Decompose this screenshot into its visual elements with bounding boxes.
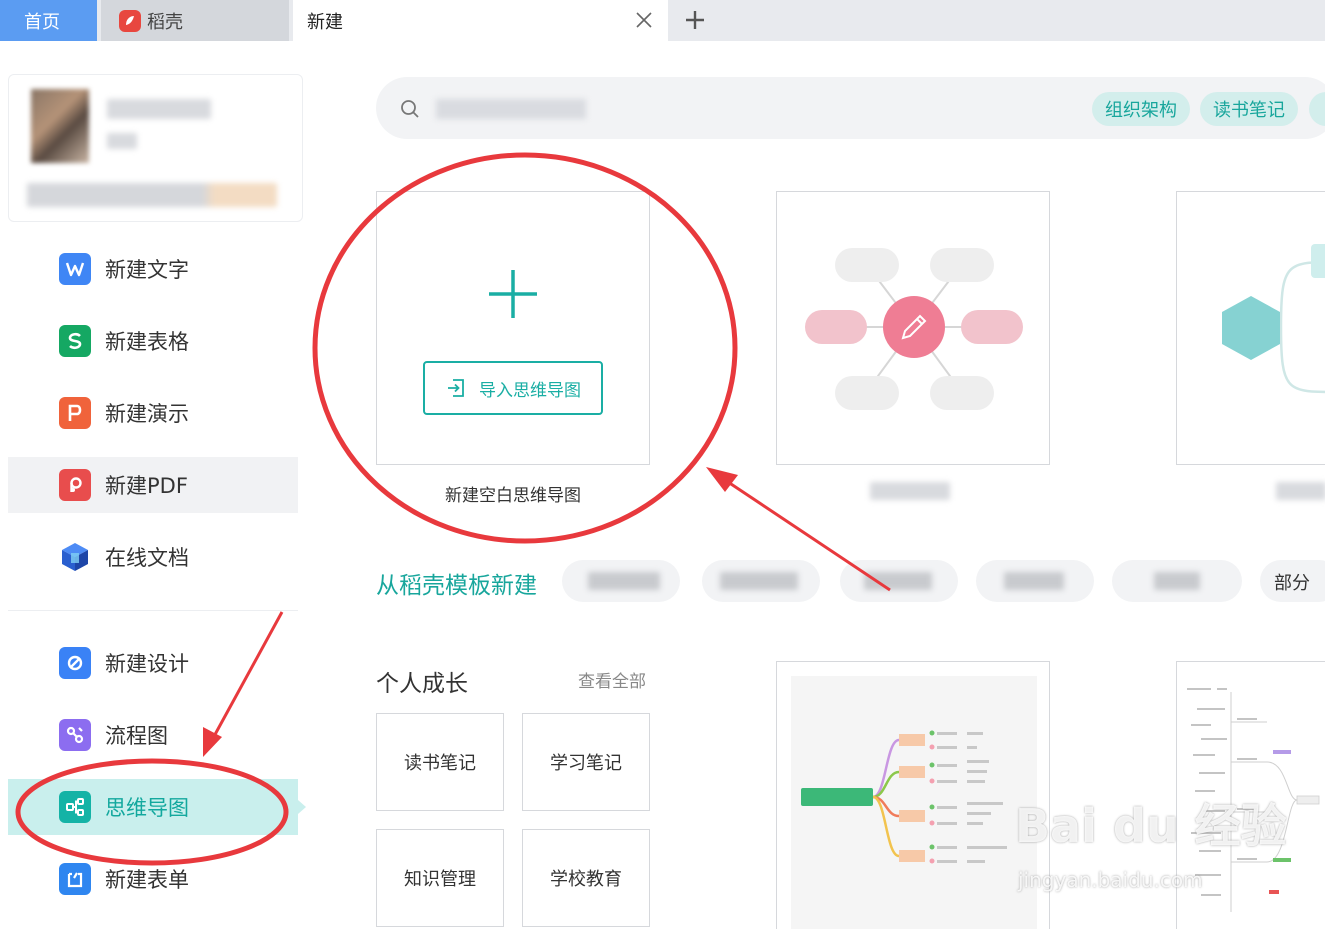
wps-writer-icon xyxy=(59,253,91,285)
import-icon xyxy=(448,379,464,397)
template-category-chip[interactable] xyxy=(1112,560,1242,602)
tab-home-label: 首页 xyxy=(24,11,60,33)
blurred-username xyxy=(107,99,211,119)
tab-docer[interactable]: 稻壳 xyxy=(101,0,289,41)
tab-new-label: 新建 xyxy=(307,11,343,33)
sidebar-item-label: 思维导图 xyxy=(105,796,189,820)
template-category-chip[interactable] xyxy=(976,560,1094,602)
tab-bar: 首页 稻壳 新建 xyxy=(0,0,1325,41)
search-bar[interactable]: 组织架构 读书笔记 xyxy=(376,77,1325,139)
sidebar-item-new-spreadsheet[interactable]: 新建表格 xyxy=(8,313,298,369)
search-tag-reading-notes[interactable]: 读书笔记 xyxy=(1200,92,1298,126)
template-category-chip-label: 部分 xyxy=(1274,573,1310,594)
plus-icon xyxy=(487,268,539,324)
template-category-chip[interactable] xyxy=(702,560,820,602)
search-icon xyxy=(400,99,420,119)
template-category-chip[interactable] xyxy=(840,560,958,602)
blank-mindmap-caption: 新建空白思维导图 xyxy=(445,486,581,506)
search-input[interactable] xyxy=(436,99,586,119)
orgchart-illustration xyxy=(1222,244,1325,394)
template-category-chip-partial[interactable]: 部分 xyxy=(1260,560,1325,602)
new-blank-mindmap-card[interactable]: 导入思维导图 xyxy=(376,191,650,465)
sidebar-item-label: 流程图 xyxy=(105,724,168,748)
view-all-link[interactable]: 查看全部 xyxy=(578,667,646,692)
tab-new[interactable]: 新建 xyxy=(293,0,668,41)
mindmap-template-card[interactable] xyxy=(776,191,1050,465)
tab-docer-label: 稻壳 xyxy=(147,11,183,33)
blurred-card-caption xyxy=(1276,482,1325,500)
profile-card[interactable] xyxy=(8,74,303,222)
blurred-account-bar xyxy=(27,183,277,207)
docer-template-section-title: 从稻壳模板新建 xyxy=(376,573,537,599)
avatar xyxy=(31,89,89,163)
baidu-watermark-url: jingyan.baidu.com xyxy=(1018,868,1203,892)
sidebar-item-new-presentation[interactable]: 新建演示 xyxy=(8,385,298,441)
wps-spreadsheet-icon xyxy=(59,325,91,357)
sidebar-item-label: 新建表单 xyxy=(105,868,189,892)
category-school-education[interactable]: 学校教育 xyxy=(522,829,650,927)
category-reading-notes[interactable]: 读书笔记 xyxy=(376,713,504,811)
category-study-notes[interactable]: 学习笔记 xyxy=(522,713,650,811)
mindmap-illustration xyxy=(805,248,1023,410)
design-icon xyxy=(59,647,91,679)
sidebar-item-new-design[interactable]: 新建设计 xyxy=(8,635,298,691)
blurred-user-meta xyxy=(107,133,137,149)
mindmap-icon xyxy=(59,791,91,823)
tab-home[interactable]: 首页 xyxy=(0,0,97,41)
search-tag-org-chart[interactable]: 组织架构 xyxy=(1092,92,1190,126)
sidebar-item-label: 新建表格 xyxy=(105,330,189,354)
sidebar-item-label: 新建文字 xyxy=(105,258,189,282)
sidebar-item-label: 新建设计 xyxy=(105,652,189,676)
template-preview-card[interactable] xyxy=(776,661,1050,929)
pdf-icon xyxy=(59,469,91,501)
sidebar-item-label: 新建PDF xyxy=(105,474,188,498)
close-icon[interactable] xyxy=(634,10,654,30)
sidebar-item-new-pdf[interactable]: 新建PDF xyxy=(8,457,298,513)
blurred-card-caption xyxy=(870,482,950,500)
sidebar-item-new-form[interactable]: 新建表单 xyxy=(8,851,298,907)
orgchart-template-card[interactable] xyxy=(1176,191,1325,465)
add-tab-icon[interactable] xyxy=(683,8,707,32)
sidebar-item-mindmap[interactable]: 思维导图 xyxy=(8,779,306,835)
flowchart-icon xyxy=(59,719,91,751)
sidebar-item-label: 新建演示 xyxy=(105,402,189,426)
sidebar-item-new-writer[interactable]: 新建文字 xyxy=(8,241,298,297)
sidebar-divider xyxy=(8,610,298,611)
sidebar-item-label: 在线文档 xyxy=(105,546,189,570)
import-mindmap-button[interactable]: 导入思维导图 xyxy=(423,361,603,415)
docer-logo-icon xyxy=(119,9,141,32)
category-knowledge-management[interactable]: 知识管理 xyxy=(376,829,504,927)
wps-presentation-icon xyxy=(59,397,91,429)
sidebar-item-online-doc[interactable]: 在线文档 xyxy=(8,529,298,585)
search-tag-more[interactable] xyxy=(1309,92,1325,126)
online-doc-icon xyxy=(59,541,91,573)
baidu-watermark: Bai du 经验 xyxy=(1015,799,1287,853)
personal-growth-title: 个人成长 xyxy=(376,671,468,697)
form-icon xyxy=(59,863,91,895)
template-category-chip[interactable] xyxy=(562,560,680,602)
import-mindmap-label: 导入思维导图 xyxy=(479,380,581,401)
template-thumbnail xyxy=(791,676,1037,929)
sidebar-item-flowchart[interactable]: 流程图 xyxy=(8,707,298,763)
